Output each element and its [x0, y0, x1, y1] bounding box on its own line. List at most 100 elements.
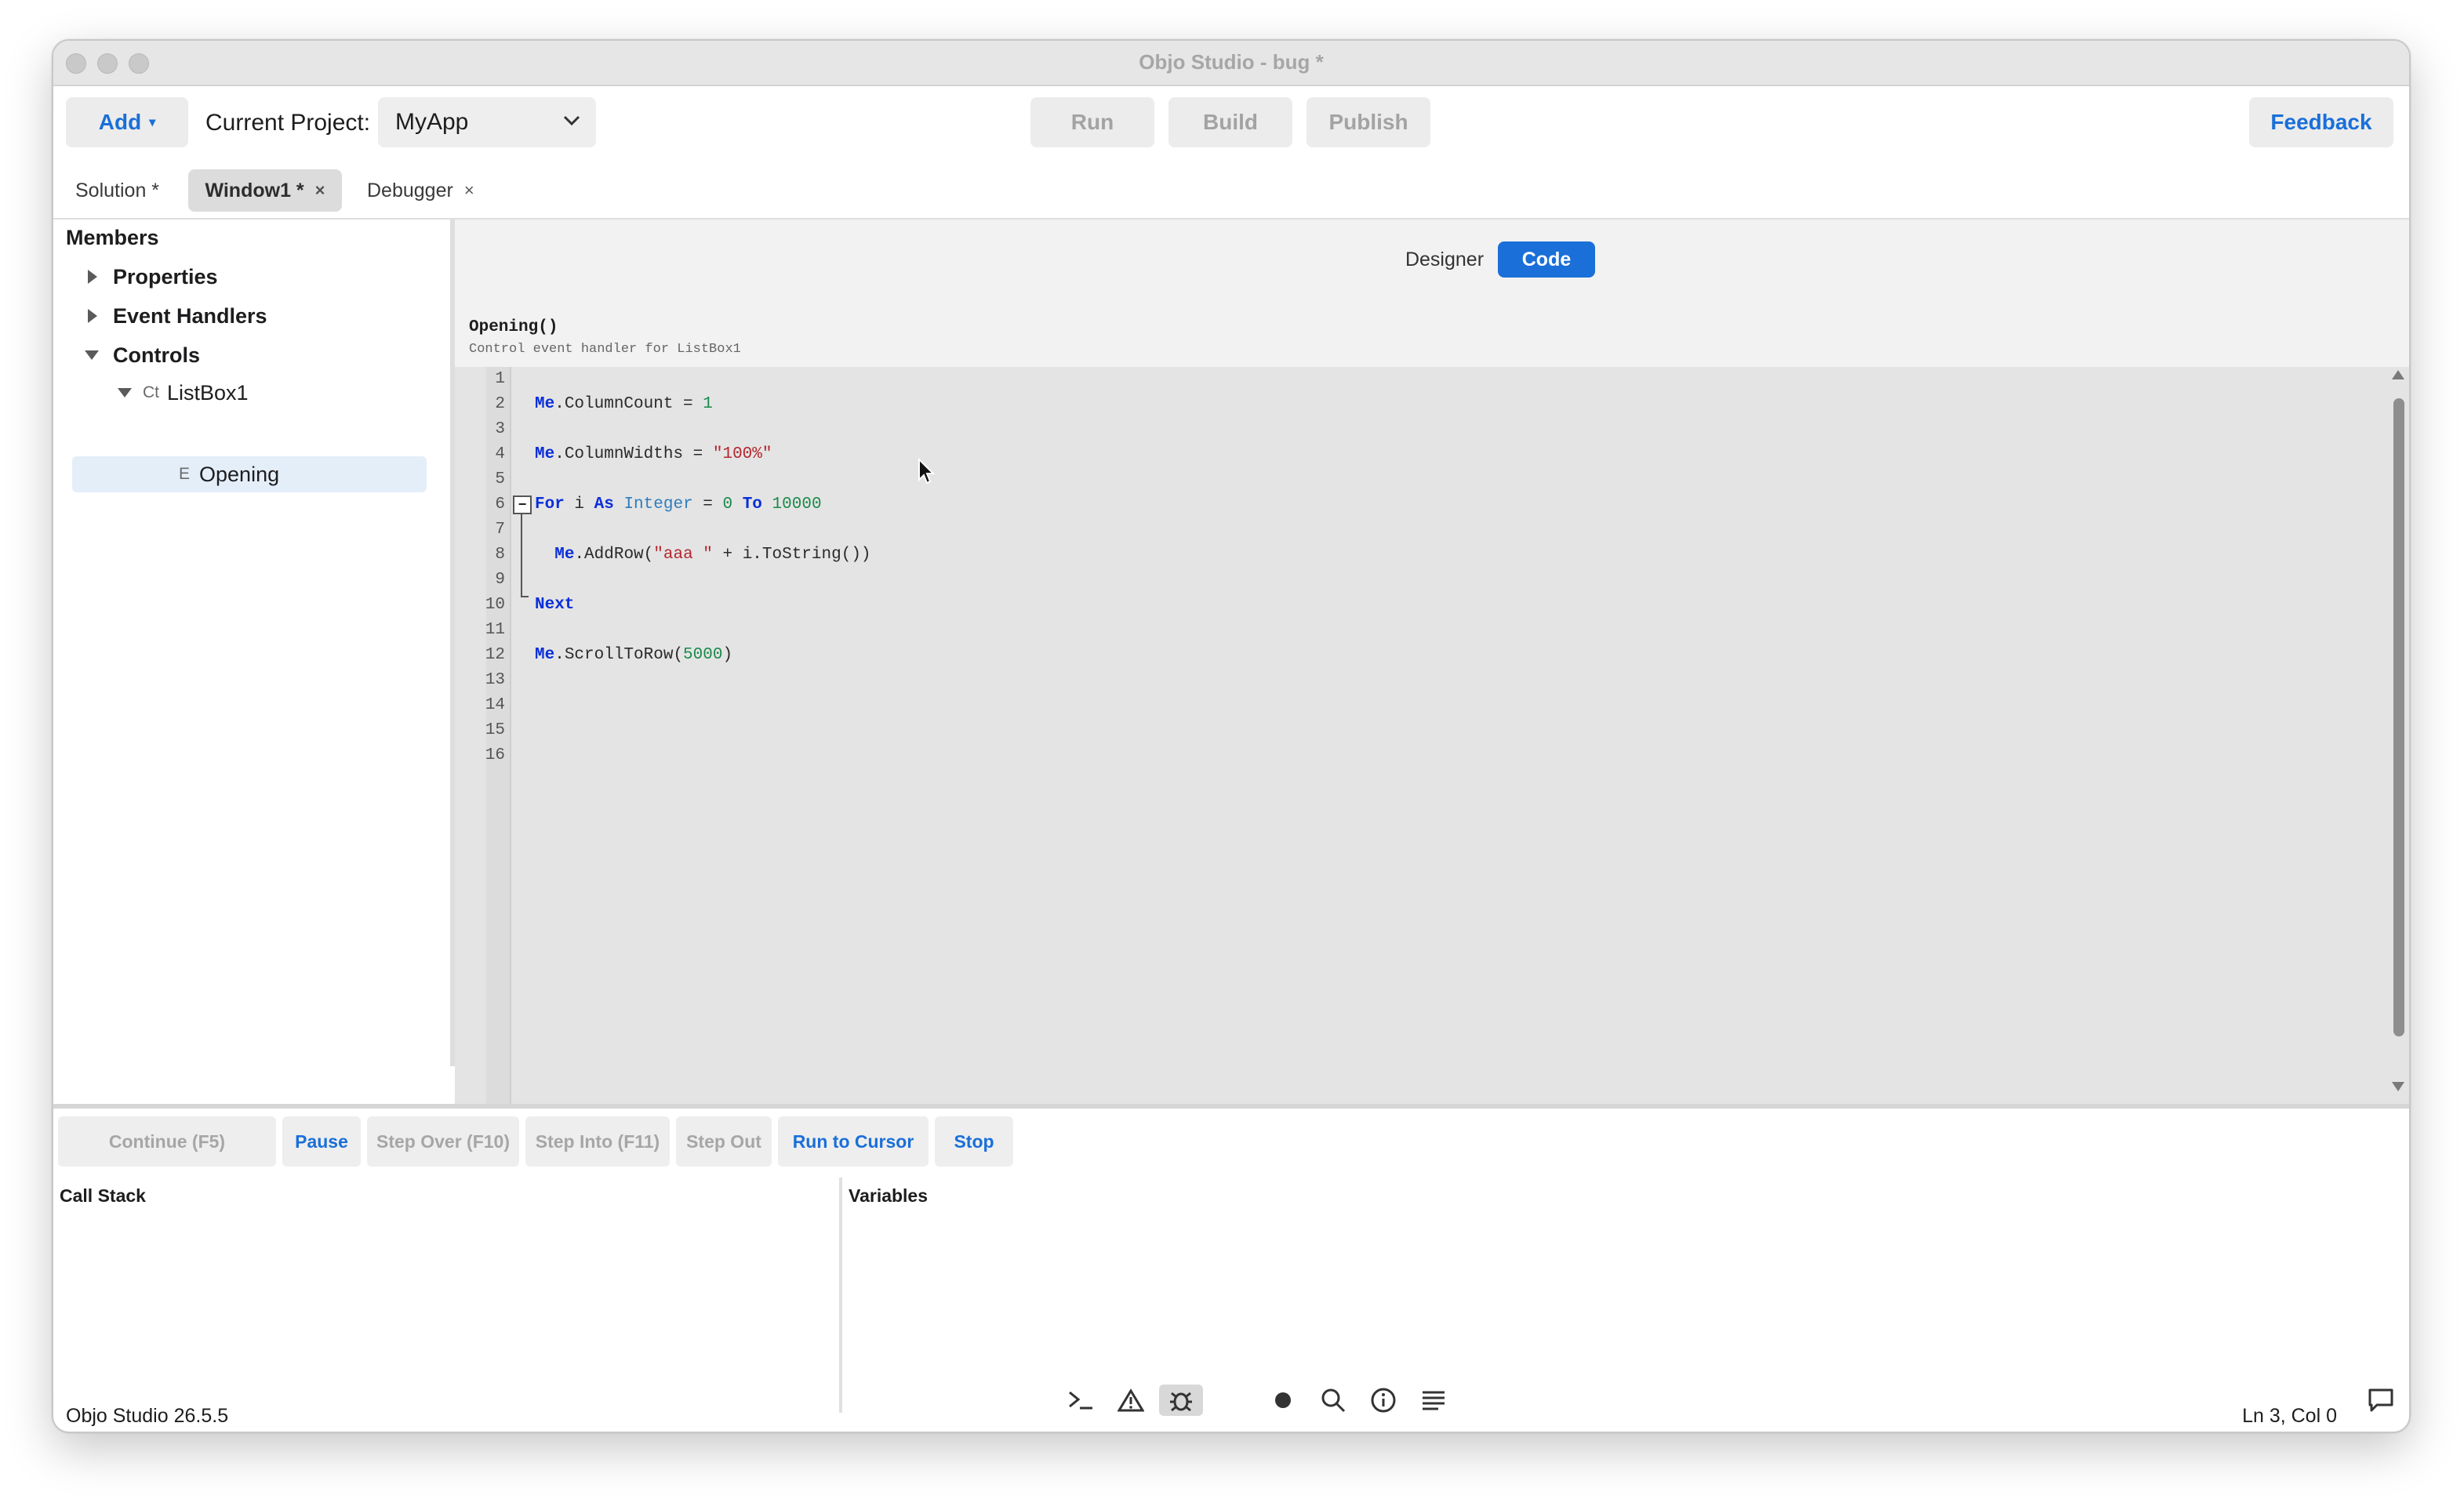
- variables-list[interactable]: [844, 1217, 2409, 1405]
- call-stack-list[interactable]: [53, 1217, 838, 1405]
- main-toolbar: Add ▾ Current Project: MyApp Run Build P…: [53, 86, 2409, 162]
- disclosure-right-icon: [88, 270, 97, 284]
- line-number: 8: [495, 546, 505, 564]
- line-number: 5: [495, 470, 505, 488]
- line-number: 11: [485, 621, 505, 639]
- tab-label: Solution *: [75, 179, 160, 201]
- comment-icon[interactable]: [2365, 1385, 2397, 1416]
- line-number: 7: [495, 521, 505, 539]
- code-line[interactable]: Me.AddRow("aaa " + i.ToString()): [535, 546, 870, 564]
- code-line[interactable]: Next: [535, 596, 574, 614]
- line-number: 9: [495, 571, 505, 589]
- list-icon[interactable]: [1418, 1385, 1449, 1416]
- line-number: 16: [485, 746, 505, 764]
- feedback-button[interactable]: Feedback: [2249, 97, 2393, 147]
- scroll-thumb[interactable]: [2393, 398, 2404, 1036]
- line-number: 3: [495, 420, 505, 438]
- line-number: 10: [485, 596, 505, 614]
- control-type-icon: Ct: [143, 383, 159, 401]
- disclosure-right-icon: [88, 309, 97, 323]
- close-icon[interactable]: ×: [464, 180, 474, 201]
- add-button-label: Add: [98, 110, 142, 134]
- tree-item-listbox1[interactable]: Ct ListBox1: [118, 375, 249, 411]
- pause-button[interactable]: Pause: [282, 1116, 361, 1167]
- tab-label: Window1 *: [205, 179, 304, 201]
- tree-item-label: Controls: [113, 343, 200, 367]
- tree-item-controls[interactable]: Controls: [85, 337, 200, 373]
- code-line[interactable]: Me.ColumnCount = 1: [535, 395, 713, 413]
- tab-solution[interactable]: Solution *: [75, 169, 159, 212]
- variables-title: Variables: [849, 1185, 929, 1206]
- mouse-pointer-icon: [918, 458, 935, 485]
- tab-label: Debugger: [367, 179, 453, 201]
- members-sidebar: Members Properties Event Handlers Contro…: [53, 220, 450, 1066]
- tab-debugger[interactable]: Debugger ×: [367, 169, 474, 212]
- build-button[interactable]: Build: [1168, 97, 1292, 147]
- tree-item-event-handlers[interactable]: Event Handlers: [88, 298, 267, 334]
- step-into-button[interactable]: Step Into (F11): [525, 1116, 670, 1167]
- line-number: 15: [485, 721, 505, 739]
- cursor-position: Ln 3, Col 0: [2242, 1405, 2337, 1427]
- title-bar: Objo Studio - bug *: [53, 41, 2409, 86]
- scroll-up-icon[interactable]: [2392, 370, 2404, 379]
- run-button[interactable]: Run: [1030, 97, 1154, 147]
- fold-guide-end: [521, 596, 529, 597]
- line-number: 12: [485, 646, 505, 664]
- status-bar: Objo Studio 26.5.5 Ln 3, Col 0: [53, 1405, 2409, 1432]
- publish-button[interactable]: Publish: [1307, 97, 1430, 147]
- search-icon[interactable]: [1317, 1385, 1349, 1416]
- tree-item-opening[interactable]: E Opening: [72, 456, 427, 492]
- add-button[interactable]: Add ▾: [66, 97, 188, 147]
- code-line[interactable]: For i As Integer = 0 To 10000: [535, 495, 822, 514]
- close-icon[interactable]: ×: [315, 180, 325, 201]
- code-line[interactable]: Me.ColumnWidths = "100%": [535, 445, 772, 463]
- tree-item-label: Opening: [199, 462, 280, 486]
- scroll-down-icon[interactable]: [2392, 1082, 2404, 1091]
- disclosure-down-icon: [85, 350, 99, 360]
- window-title: Objo Studio - bug *: [1139, 50, 1324, 74]
- line-number: 14: [485, 696, 505, 714]
- warning-icon[interactable]: [1115, 1385, 1147, 1416]
- record-icon[interactable]: [1267, 1385, 1299, 1416]
- step-out-button[interactable]: Step Out: [676, 1116, 772, 1167]
- line-number: 1: [495, 370, 505, 388]
- version-label: Objo Studio 26.5.5: [66, 1405, 229, 1427]
- editor-scrollbar[interactable]: [2387, 367, 2409, 1104]
- stop-button[interactable]: Stop: [935, 1116, 1013, 1167]
- tree-item-label: Properties: [113, 264, 218, 289]
- code-line[interactable]: Me.ScrollToRow(5000): [535, 646, 732, 664]
- code-toggle[interactable]: Code: [1498, 241, 1595, 278]
- line-number: 13: [485, 671, 505, 689]
- chevron-down-icon: ▾: [149, 116, 156, 129]
- panel-divider[interactable]: [839, 1178, 842, 1413]
- terminal-icon[interactable]: [1065, 1385, 1096, 1416]
- project-select-value: MyApp: [395, 109, 469, 135]
- event-type-icon: E: [179, 465, 191, 483]
- designer-toggle[interactable]: Designer: [1382, 241, 1507, 278]
- chevron-down-icon: [563, 115, 580, 126]
- code-editor[interactable]: 1 2 3 4 5 6 7 8 9 10 11 12 13 14 15 16 Me.ColumnCount =…: [455, 367, 2409, 1104]
- info-icon[interactable]: [1368, 1385, 1399, 1416]
- current-project-label: Current Project:: [205, 110, 371, 136]
- line-number: 6: [495, 495, 505, 514]
- method-description: Control event handler for ListBox1: [469, 342, 741, 357]
- gutter-divider: [510, 367, 511, 1104]
- disclosure-down-icon: [118, 388, 132, 397]
- editor-header: Designer Code Opening() Control event ha…: [455, 220, 2409, 367]
- app-window: Objo Studio - bug * Add ▾ Current Projec…: [52, 39, 2411, 1433]
- tab-window1[interactable]: Window1 * ×: [188, 169, 342, 212]
- fold-toggle-icon[interactable]: −: [513, 495, 532, 514]
- continue-button[interactable]: Continue (F5): [58, 1116, 276, 1167]
- line-number: 2: [495, 395, 505, 413]
- run-to-cursor-button[interactable]: Run to Cursor: [778, 1116, 929, 1167]
- line-number: 4: [495, 445, 505, 463]
- tree-item-properties[interactable]: Properties: [88, 259, 218, 295]
- step-over-button[interactable]: Step Over (F10): [367, 1116, 519, 1167]
- fold-guide: [521, 514, 522, 596]
- bug-icon[interactable]: [1159, 1385, 1203, 1416]
- method-signature: Opening(): [469, 318, 558, 336]
- tree-item-label: Event Handlers: [113, 303, 267, 328]
- document-tab-bar: Solution * Window1 * × Debugger ×: [53, 160, 2409, 220]
- call-stack-title: Call Stack: [60, 1185, 146, 1206]
- project-select[interactable]: MyApp: [378, 97, 596, 147]
